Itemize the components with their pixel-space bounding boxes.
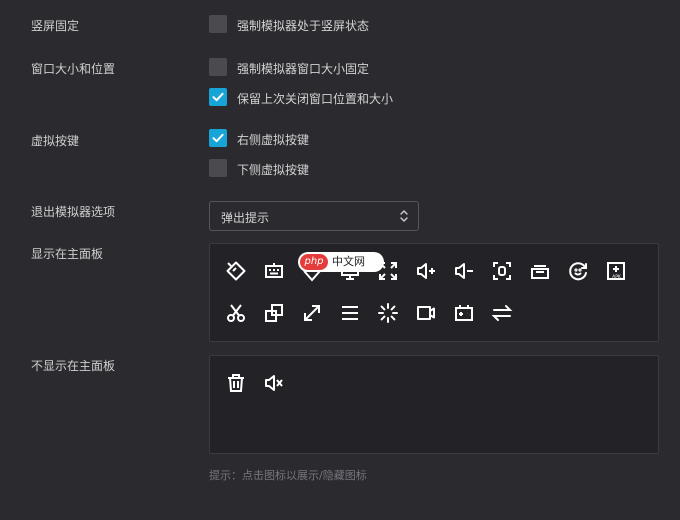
bottom-virtual-keys-checkbox[interactable] — [209, 159, 227, 177]
show-panel-icon-grid: APK — [209, 243, 659, 342]
mute-icon[interactable] — [263, 372, 285, 394]
sync-icon[interactable] — [567, 260, 589, 282]
menu-icon[interactable] — [339, 302, 361, 324]
right-virtual-keys-option-label[interactable]: 右侧虚拟按键 — [237, 131, 309, 148]
gamepad-icon[interactable] — [453, 302, 475, 324]
fixed-window-size-option-label[interactable]: 强制模拟器窗口大小固定 — [237, 60, 369, 77]
screenshot-icon[interactable] — [491, 260, 513, 282]
fixed-window-size-checkbox[interactable] — [209, 58, 227, 76]
trash-icon[interactable] — [225, 372, 247, 394]
checkmark-icon — [212, 133, 224, 143]
right-virtual-keys-checkbox[interactable] — [209, 129, 227, 147]
rotate-icon[interactable] — [225, 260, 247, 282]
multi-instance-icon[interactable] — [529, 260, 551, 282]
video-record-icon[interactable] — [415, 302, 437, 324]
portrait-lock-label: 竖屏固定 — [31, 19, 80, 33]
show-panel-label: 显示在主面板 — [31, 247, 104, 261]
portrait-lock-option-label[interactable]: 强制模拟器处于竖屏状态 — [237, 17, 369, 34]
svg-text:APK: APK — [612, 274, 622, 280]
remember-window-position-checkbox[interactable] — [209, 88, 227, 106]
checkmark-icon — [212, 92, 224, 102]
bottom-virtual-keys-option-label[interactable]: 下侧虚拟按键 — [237, 161, 309, 178]
hide-panel-icon-grid — [209, 355, 659, 454]
window-size-label: 窗口大小和位置 — [31, 62, 116, 76]
exit-option-label: 退出模拟器选项 — [31, 205, 116, 219]
chevron-updown-icon — [400, 210, 408, 222]
apk-install-icon[interactable]: APK — [605, 260, 627, 282]
loading-icon[interactable] — [377, 302, 399, 324]
portrait-lock-checkbox[interactable] — [209, 15, 227, 33]
hide-panel-label: 不显示在主面板 — [31, 359, 116, 373]
switch-icon[interactable] — [491, 302, 513, 324]
virtual-keys-label: 虚拟按键 — [31, 134, 80, 148]
volume-up-icon[interactable] — [415, 260, 437, 282]
watermark-logo: php 中文网 — [298, 252, 384, 272]
remember-window-position-option-label[interactable]: 保留上次关闭窗口位置和大小 — [237, 90, 393, 107]
resize-icon[interactable] — [301, 302, 323, 324]
exit-option-selected-value: 弹出提示 — [221, 211, 270, 225]
watermark-brand: php — [300, 254, 328, 270]
volume-down-icon[interactable] — [453, 260, 475, 282]
exit-option-select[interactable]: 弹出提示 — [209, 201, 419, 231]
keyboard-icon[interactable] — [263, 260, 285, 282]
watermark-text: 中文网 — [332, 255, 365, 268]
scissors-icon[interactable] — [225, 302, 247, 324]
copy-window-icon[interactable] — [263, 302, 285, 324]
hint-text: 提示：点击图标以展示/隐藏图标 — [209, 469, 367, 482]
